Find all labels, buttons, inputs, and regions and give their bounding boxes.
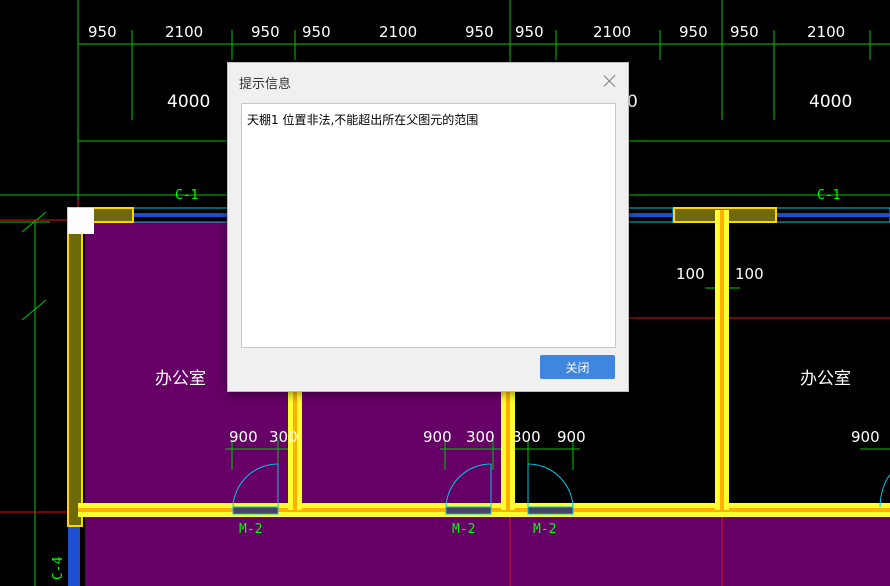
side-window-tag: C-4: [51, 556, 66, 580]
dim-row2-1: 4000: [167, 92, 210, 112]
door-tag-1: M-2: [239, 522, 262, 537]
room-fill-bottom: [85, 516, 890, 586]
door-dim-1: 900: [229, 428, 258, 446]
dim-top-1: 950: [88, 23, 117, 41]
window-tag-2: C-1: [817, 188, 840, 203]
door-dim-6: 900: [557, 428, 586, 446]
door-tag-2: M-2: [452, 522, 475, 537]
dim-top-8: 2100: [593, 23, 631, 41]
dim-top-4: 950: [302, 23, 331, 41]
close-icon[interactable]: [602, 73, 618, 89]
dim-top-5: 2100: [379, 23, 417, 41]
dialog-message-box: 天棚1 位置非法,不能超出所在父图元的范围: [241, 103, 616, 348]
room-label-2: 办公室: [800, 369, 851, 389]
door-dim-4: 300: [466, 428, 495, 446]
wall-dim-2: 100: [735, 265, 764, 283]
door-tag-3: M-2: [533, 522, 556, 537]
dim-top-10: 950: [730, 23, 759, 41]
dim-top-9: 950: [679, 23, 708, 41]
door-dim-7: 900: [851, 428, 880, 446]
room-label-1: 办公室: [155, 369, 206, 389]
dim-top-3: 950: [251, 23, 280, 41]
wall-dim-1: 100: [676, 265, 705, 283]
door-dim-2: 300: [269, 428, 298, 446]
dim-top-11: 2100: [807, 23, 845, 41]
message-dialog: 提示信息 天棚1 位置非法,不能超出所在父图元的范围 关闭: [227, 62, 629, 392]
door-dim-5: 300: [512, 428, 541, 446]
dialog-message: 天棚1 位置非法,不能超出所在父图元的范围: [247, 113, 479, 127]
door-dim-3: 900: [423, 428, 452, 446]
dim-top-2: 2100: [165, 23, 203, 41]
dim-top-7: 950: [515, 23, 544, 41]
dim-top-6: 950: [465, 23, 494, 41]
window-tag-1: C-1: [175, 188, 198, 203]
dim-row2-3: 4000: [809, 92, 852, 112]
close-button[interactable]: 关闭: [540, 355, 615, 379]
dialog-title: 提示信息: [239, 76, 292, 91]
